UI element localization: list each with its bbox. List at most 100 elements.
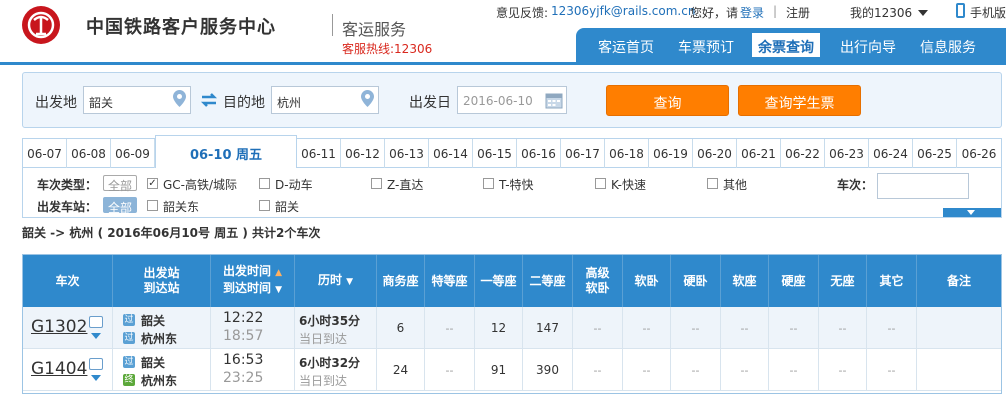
my12306-menu[interactable]: 我的12306 xyxy=(850,4,912,21)
chevron-down-icon[interactable] xyxy=(91,375,101,381)
type-gc-label: GC-高铁/城际 xyxy=(163,178,238,192)
date-tab[interactable]: 06-19 xyxy=(649,139,693,169)
seat-cell[interactable]: 6 xyxy=(377,307,425,349)
mobile-link[interactable]: 手机版 xyxy=(970,4,1006,21)
train-number-link[interactable]: G1302 xyxy=(31,317,87,337)
date-tab[interactable]: 06-09 xyxy=(111,139,155,169)
checkbox-k[interactable] xyxy=(595,178,606,189)
mobile-icon xyxy=(956,3,965,18)
location-pin-icon[interactable] xyxy=(361,90,374,107)
register-link[interactable]: 注册 xyxy=(786,4,810,21)
train-type-label: 车次类型： xyxy=(37,178,98,192)
checkbox-d[interactable] xyxy=(259,178,270,189)
seat-cell[interactable]: 91 xyxy=(475,349,523,391)
type-t-label: T-特快 xyxy=(499,178,534,192)
station-all-button[interactable]: 全部 xyxy=(103,197,138,215)
col-header-soft-sleeper: 软卧 xyxy=(623,255,671,307)
date-tab[interactable]: 06-13 xyxy=(385,139,429,169)
login-link[interactable]: 登录 xyxy=(740,4,764,21)
seat-cell: -- xyxy=(623,349,671,391)
seat-cell[interactable]: 12 xyxy=(475,307,523,349)
site-title: 中国铁路客户服务中心 xyxy=(86,17,276,38)
seat-cell[interactable]: 390 xyxy=(523,349,573,391)
search-panel: 出发地 韶关 目的地 杭州 出发日 2016-06-10 查询 查询学生票 xyxy=(22,72,1002,128)
date-tab[interactable]: 06-11 xyxy=(297,139,341,169)
date-tab[interactable]: 06-16 xyxy=(517,139,561,169)
checkbox-station-shaoguan[interactable] xyxy=(259,200,270,211)
nav-travel-guide[interactable]: 出行向导 xyxy=(840,37,896,57)
col-header-from: 出发站 xyxy=(143,266,180,280)
date-tab[interactable]: 06-26 xyxy=(957,139,1001,169)
seat-cell[interactable]: 24 xyxy=(377,349,425,391)
table-row[interactable]: G1404 过 韶关 终 杭州东 16:53 23:25 6小时32分 当日到达… xyxy=(23,349,1001,391)
swap-icon[interactable] xyxy=(200,93,218,107)
col-header-other: 其它 xyxy=(867,255,917,307)
col-header-remark: 备注 xyxy=(917,255,1001,307)
nav-home[interactable]: 客运首页 xyxy=(598,37,654,57)
date-tab[interactable]: 06-14 xyxy=(429,139,473,169)
nav-info-service[interactable]: 信息服务 xyxy=(920,37,976,57)
checkbox-other[interactable] xyxy=(707,178,718,189)
to-label: 目的地 xyxy=(223,95,265,111)
seat-cell: -- xyxy=(769,349,819,391)
seat-cell: -- xyxy=(819,349,867,391)
train-info-icon[interactable] xyxy=(89,316,103,328)
seat-cell: -- xyxy=(573,349,623,391)
station-shaoguan-label: 韶关 xyxy=(275,200,300,214)
to-station: 杭州东 xyxy=(141,374,178,388)
nav-ticket-query[interactable]: 余票查询 xyxy=(752,33,820,57)
checkbox-t[interactable] xyxy=(483,178,494,189)
duration: 6小时32分 xyxy=(299,356,361,370)
date-tab[interactable]: 06-20 xyxy=(693,139,737,169)
arrival-time: 18:57 xyxy=(223,328,264,344)
query-button[interactable]: 查询 xyxy=(606,85,729,116)
train-number-link[interactable]: G1404 xyxy=(31,359,87,379)
col-header-duration[interactable]: 历时 ▼ xyxy=(295,255,377,307)
feedback-email-link[interactable]: 12306yjfk@rails.com.cn xyxy=(551,4,695,18)
railway-logo-icon[interactable] xyxy=(22,6,60,44)
times-cell: 12:22 18:57 xyxy=(211,307,295,349)
remark-cell xyxy=(917,349,1001,391)
date-tab[interactable]: 06-12 xyxy=(341,139,385,169)
duration-cell: 6小时32分 当日到达 xyxy=(295,349,377,391)
type-d-label: D-动车 xyxy=(275,178,313,192)
date-tab[interactable]: 06-07 xyxy=(23,139,67,169)
date-tab[interactable]: 06-23 xyxy=(825,139,869,169)
date-tab[interactable]: 06-15 xyxy=(473,139,517,169)
checkbox-station-shaoguandong[interactable] xyxy=(147,200,158,211)
date-tab[interactable]: 06-24 xyxy=(869,139,913,169)
col-header-train[interactable]: 车次 xyxy=(23,255,113,307)
stations-cell: 过 韶关 过 杭州东 xyxy=(113,307,211,349)
type-z-label: Z-直达 xyxy=(387,178,424,192)
chevron-down-icon[interactable] xyxy=(918,10,928,16)
from-label: 出发地 xyxy=(35,95,77,111)
seat-cell: -- xyxy=(671,349,721,391)
date-tab[interactable]: 06-18 xyxy=(605,139,649,169)
checkbox-z[interactable] xyxy=(371,178,382,189)
calendar-icon[interactable] xyxy=(545,91,563,109)
date-tab[interactable]: 06-17 xyxy=(561,139,605,169)
query-student-button[interactable]: 查询学生票 xyxy=(738,85,861,116)
date-tab[interactable]: 06-21 xyxy=(737,139,781,169)
date-tab[interactable]: 06-22 xyxy=(781,139,825,169)
checkbox-gc[interactable]: ✓ xyxy=(147,178,158,189)
location-pin-icon[interactable] xyxy=(173,90,186,107)
collapse-filter-toggle[interactable] xyxy=(943,208,1001,217)
train-type-all-button[interactable]: 全部 xyxy=(103,175,138,193)
date-tab[interactable]: 06-08 xyxy=(67,139,111,169)
train-cell: G1404 xyxy=(23,349,113,391)
date-tab[interactable]: 06-25 xyxy=(913,139,957,169)
chevron-down-icon[interactable] xyxy=(91,333,101,339)
arrival-day: 当日到达 xyxy=(299,374,348,388)
arrival-time: 23:25 xyxy=(223,370,264,386)
col-header-first: 一等座 xyxy=(475,255,523,307)
seat-cell: -- xyxy=(573,307,623,349)
seat-cell[interactable]: 147 xyxy=(523,307,573,349)
nav-booking[interactable]: 车票预订 xyxy=(678,37,734,57)
train-info-icon[interactable] xyxy=(89,358,103,370)
train-no-input[interactable] xyxy=(877,173,969,199)
col-header-times[interactable]: 出发时间 ▲ 到达时间 ▼ xyxy=(211,255,295,307)
date-tab-active[interactable]: 06-10 周五 xyxy=(155,135,297,169)
pass-badge-icon: 过 xyxy=(123,356,135,368)
table-row[interactable]: G1302 过 韶关 过 杭州东 12:22 18:57 6小时35分 当日到达… xyxy=(23,307,1001,349)
